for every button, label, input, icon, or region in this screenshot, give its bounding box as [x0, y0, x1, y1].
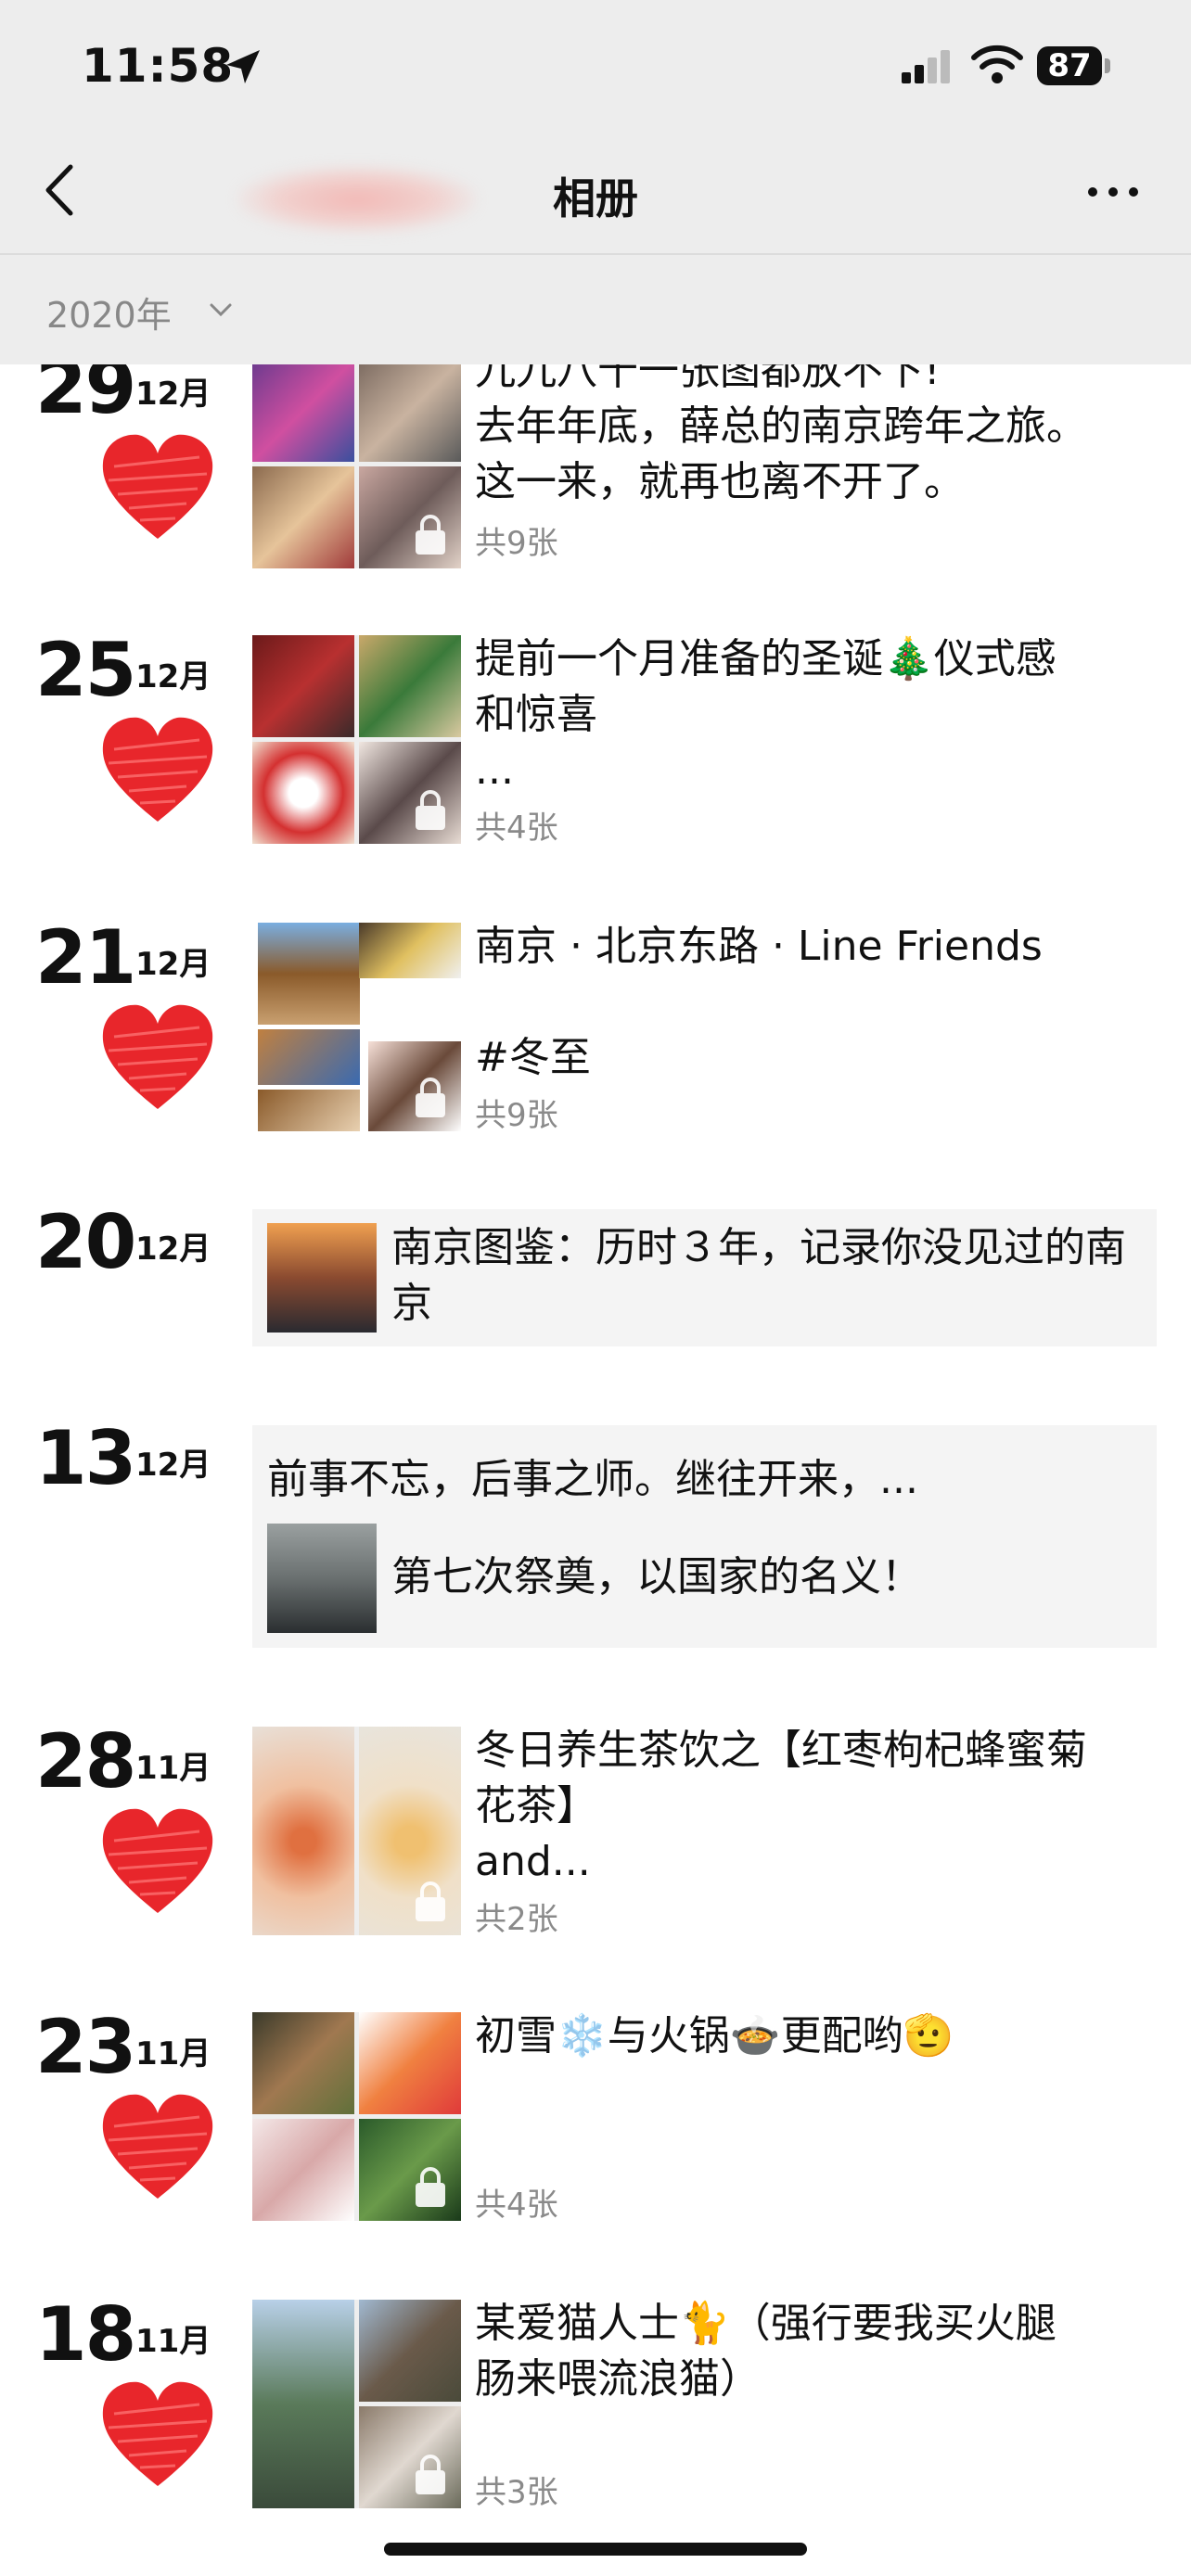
- photo-thumb: [252, 1727, 354, 1935]
- entry-text-line: 南京 · 北京东路 · Line Friends: [475, 923, 1043, 970]
- photo-count: 共9张: [475, 1097, 558, 1134]
- entry-text-line: 初雪❄️与火锅🍲更配哟🫡: [475, 2012, 954, 2060]
- entry-text-line: and...: [475, 1838, 591, 1885]
- page-title: 相册: [553, 173, 638, 223]
- battery-level: 87: [1037, 46, 1102, 85]
- photo-thumb: [359, 2300, 461, 2402]
- battery-indicator: 87: [1037, 46, 1113, 85]
- article-title: 第七次祭奠，以国家的名义！: [391, 1553, 922, 1600]
- photo-thumb: [258, 1029, 360, 1085]
- entry-day: 25: [35, 627, 136, 713]
- heart-icon: [102, 2381, 213, 2486]
- photo-count: 共2张: [475, 1901, 558, 1938]
- entry-day: 20: [35, 1199, 136, 1285]
- heart-icon: [102, 2094, 213, 2199]
- more-options-icon[interactable]: [1085, 178, 1141, 206]
- article-thumbnail: [267, 1223, 377, 1333]
- heart-icon: [102, 434, 213, 539]
- year-filter-label[interactable]: 2020年: [46, 287, 172, 338]
- photo-thumb: [252, 2300, 354, 2508]
- entry-day: 21: [35, 914, 136, 1001]
- photo-thumb: [252, 466, 354, 568]
- status-time: 11:58: [82, 39, 235, 93]
- chevron-down-icon[interactable]: [209, 301, 233, 318]
- article-thumbnail: [267, 1524, 377, 1633]
- lock-icon: [416, 515, 445, 555]
- entry-month: 11月: [135, 1750, 211, 1787]
- share-text: 前事不忘，后事之师。继往开来，...: [267, 1456, 918, 1503]
- photo-count: 共9张: [475, 525, 558, 562]
- photo-thumb: [252, 2119, 354, 2221]
- entry-text-line: ...: [475, 746, 514, 794]
- year-filter-bar[interactable]: 2020年: [0, 255, 1191, 364]
- photo-thumb: [252, 360, 354, 462]
- lock-icon: [416, 2167, 445, 2207]
- shared-article-card[interactable]: 前事不忘，后事之师。继往开来，... 第七次祭奠，以国家的名义！: [252, 1425, 1157, 1648]
- entry-text-line: 肠来喂流浪猫）: [475, 2355, 761, 2403]
- entry-text-line: 和惊喜: [475, 691, 597, 738]
- entry-text-line: 提前一个月准备的圣诞🎄仪式感: [475, 635, 1057, 682]
- photo-thumb: [359, 635, 461, 737]
- photo-thumb: [252, 742, 354, 844]
- entry-text-line: #冬至: [475, 1034, 591, 1081]
- photo-thumb: [258, 1090, 360, 1131]
- photo-thumb: [252, 2012, 354, 2114]
- entry-month: 12月: [135, 376, 211, 413]
- entry-text-line: 去年年底，薛总的南京跨年之旅。: [475, 402, 1087, 450]
- photo-thumb: [359, 923, 461, 978]
- entry-month: 11月: [135, 2035, 211, 2072]
- photo-grid[interactable]: [252, 2300, 461, 2508]
- photo-grid[interactable]: [252, 360, 461, 568]
- entry-text: 某爱猫人士🐈（强行要我买火腿 肠来喂流浪猫）: [475, 2296, 1161, 2407]
- entry-text: 提前一个月准备的圣诞🎄仪式感 和惊喜 ...: [475, 631, 1161, 798]
- lock-icon: [416, 2455, 445, 2494]
- photo-grid[interactable]: [252, 923, 461, 1131]
- photo-thumb: [359, 2012, 461, 2114]
- lock-icon: [416, 790, 445, 830]
- heart-icon: [102, 1004, 213, 1109]
- entry-day: 23: [35, 2004, 136, 2090]
- entry-month: 11月: [135, 2323, 211, 2360]
- navigation-bar: 相册: [0, 130, 1191, 255]
- entry-text-line: 冬日养生茶饮之【红枣枸杞蜂蜜菊: [475, 1727, 1087, 1774]
- battery-tip: [1105, 58, 1110, 73]
- lock-icon: [416, 1078, 445, 1117]
- top-bar: 11:58 87 相册: [0, 0, 1191, 255]
- photo-thumb: [359, 360, 461, 462]
- photo-thumb: [258, 923, 360, 1025]
- photo-thumb: [252, 635, 354, 737]
- entry-month: 12月: [135, 1447, 211, 1484]
- entry-text: 南京 · 北京东路 · Line Friends #冬至: [475, 919, 1161, 1086]
- heart-icon: [102, 1808, 213, 1913]
- photo-count: 共4张: [475, 810, 558, 847]
- entry-month: 12月: [135, 1231, 211, 1268]
- photo-grid[interactable]: [252, 635, 461, 844]
- entry-text-line: 某爱猫人士🐈（强行要我买火腿: [475, 2300, 1057, 2347]
- photo-count: 共3张: [475, 2474, 558, 2511]
- article-title: 南京图鉴：历时３年，记录你没见过的南京: [391, 1224, 1126, 1327]
- photo-grid[interactable]: [252, 1727, 461, 1935]
- entry-month: 12月: [135, 658, 211, 695]
- entry-month: 12月: [135, 946, 211, 983]
- home-indicator[interactable]: [384, 2543, 807, 2556]
- entry-day: 18: [35, 2291, 136, 2378]
- entry-text-line: 花茶】: [475, 1782, 597, 1830]
- location-arrow-icon: [226, 50, 260, 83]
- shared-article-card[interactable]: 南京图鉴：历时３年，记录你没见过的南京: [252, 1209, 1157, 1346]
- entry-text-line: 这一来，就再也离不开了。: [475, 458, 965, 505]
- status-bar: 11:58 87: [0, 0, 1191, 130]
- wifi-icon: [971, 45, 1023, 83]
- entry-text: 冬日养生茶饮之【红枣枸杞蜂蜜菊 花茶】 and...: [475, 1723, 1161, 1890]
- entry-text: 初雪❄️与火锅🍲更配哟🫡: [475, 2009, 1161, 2064]
- photo-count: 共4张: [475, 2187, 558, 2224]
- cellular-signal-icon: [902, 50, 950, 83]
- heart-icon: [102, 717, 213, 822]
- album-screen: 29 12月 九九八十一张图都放不下! 去年年底，薛总的南京跨年之旅。 这一来，…: [0, 0, 1191, 2576]
- entry-day: 13: [35, 1415, 136, 1501]
- entry-text-line: [475, 975, 1161, 1030]
- entry-day: 28: [35, 1718, 136, 1804]
- entry-text: 九九八十一张图都放不下! 去年年底，薛总的南京跨年之旅。 这一来，就再也离不开了…: [475, 343, 1161, 510]
- lock-icon: [416, 1881, 445, 1921]
- photo-grid[interactable]: [252, 2012, 461, 2221]
